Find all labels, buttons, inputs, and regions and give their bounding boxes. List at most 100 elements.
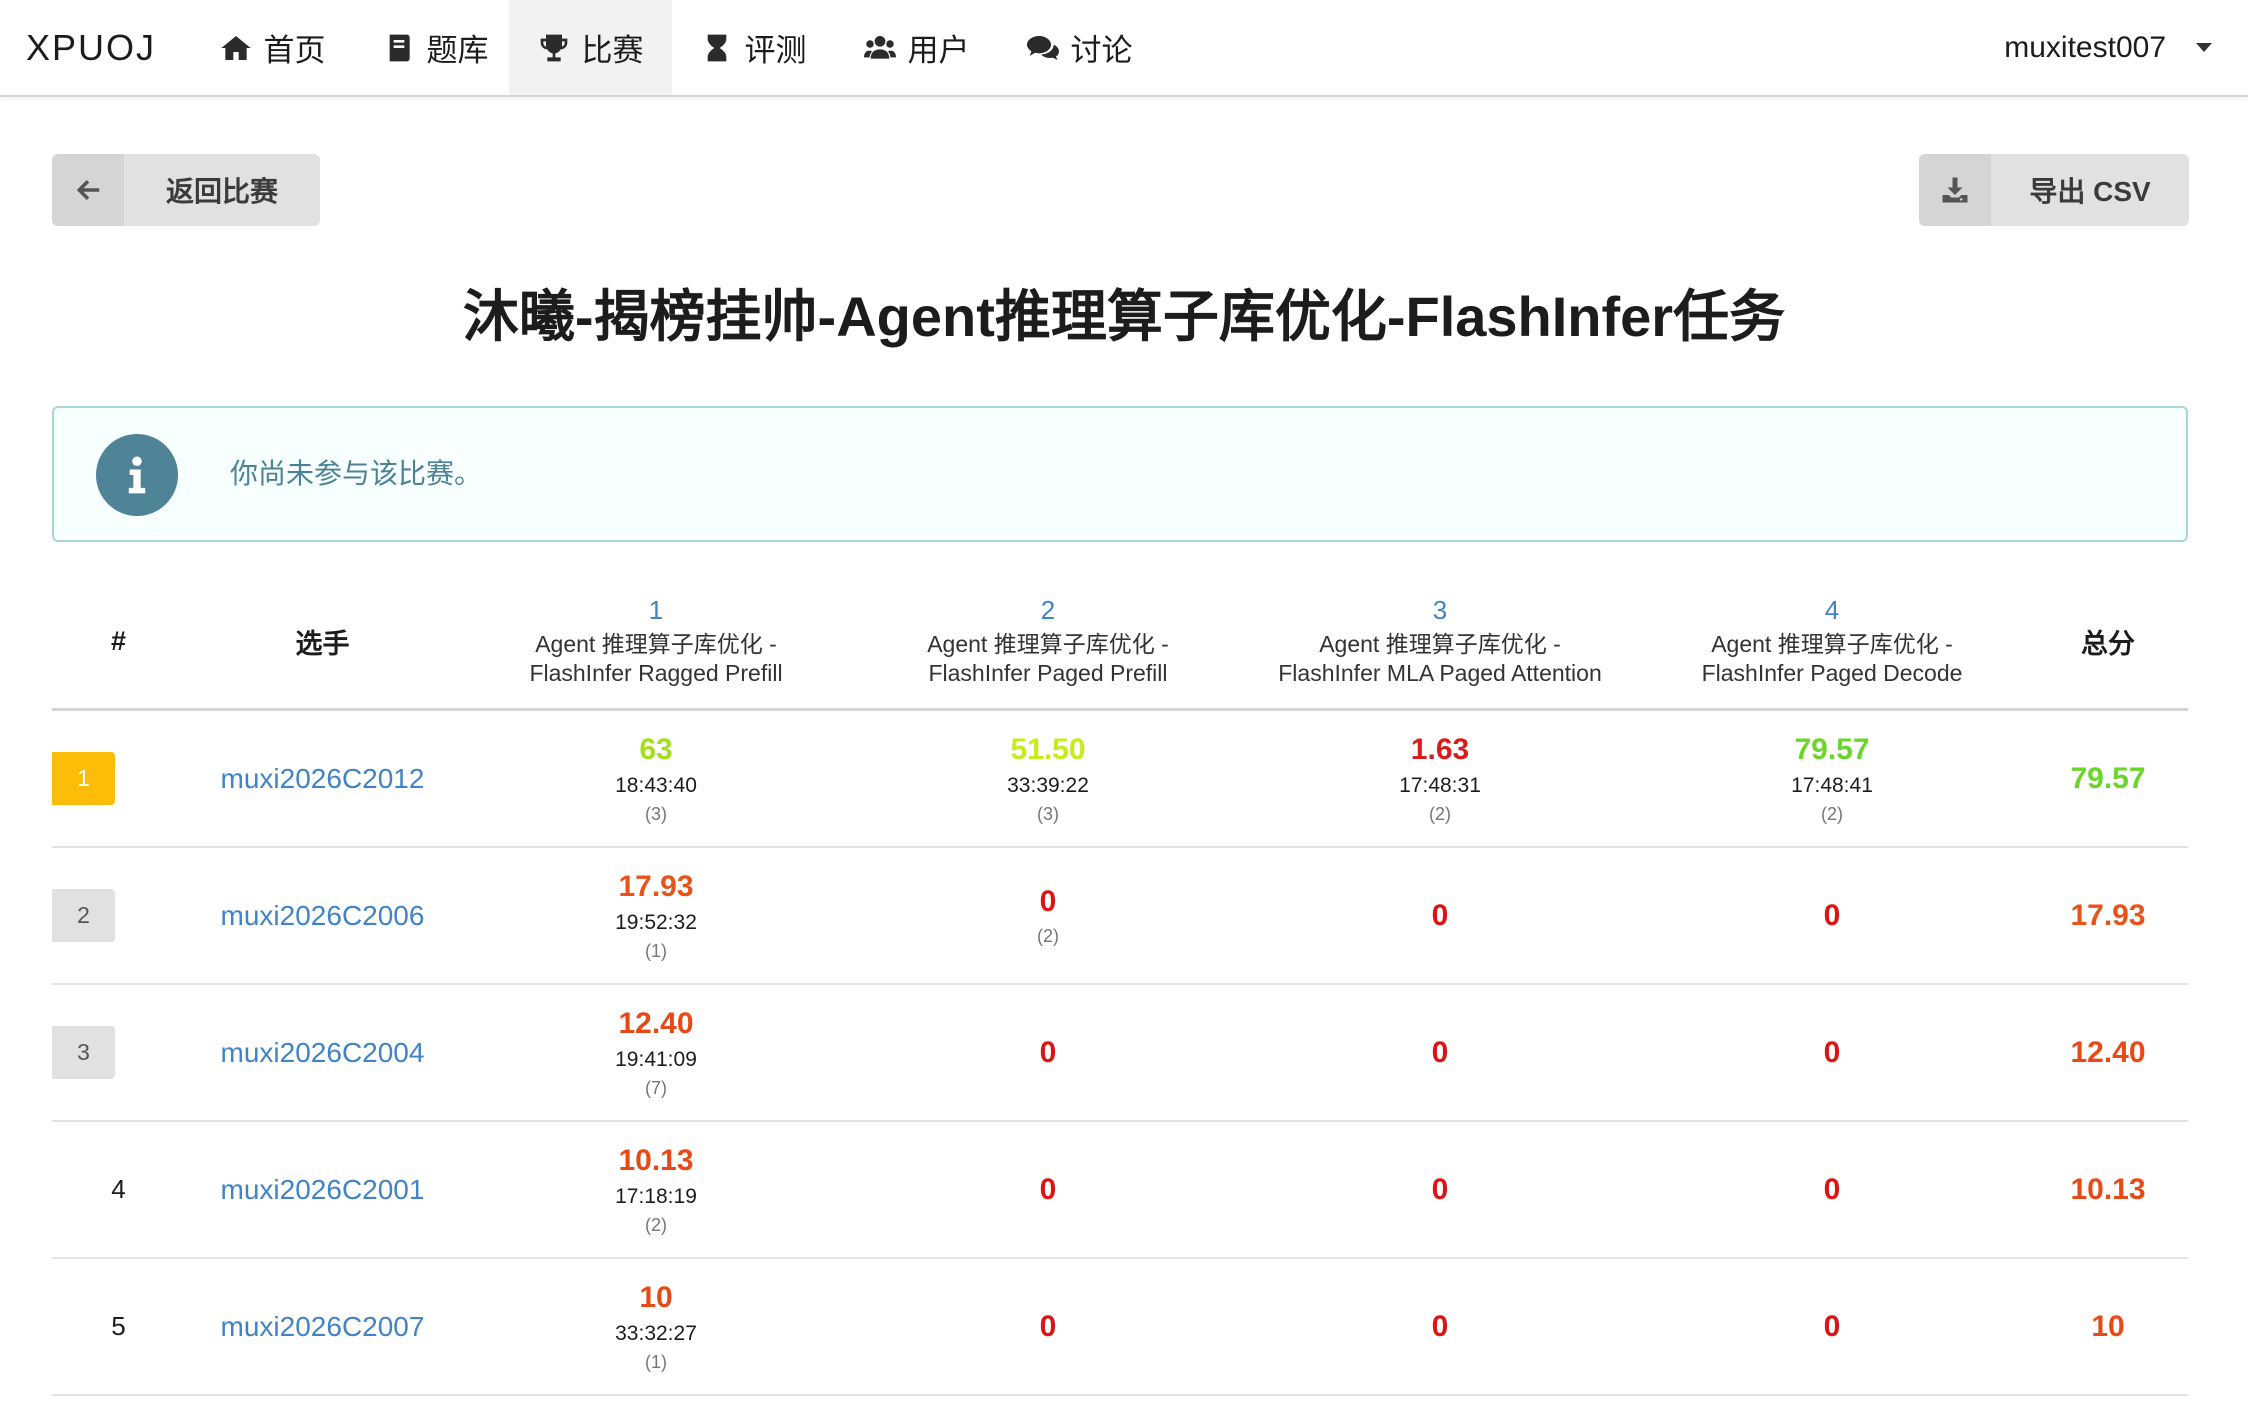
rank-column-header: # [52, 575, 185, 711]
rank-cell: 2 [52, 847, 185, 985]
attempt-count: (3) [1037, 804, 1059, 824]
nav-item-judge[interactable]: 评测 [672, 0, 835, 95]
problem-score-cell[interactable]: 0 [1636, 847, 2028, 985]
problem-score-cell[interactable]: 79.57 17:48:41 (2) [1636, 709, 2028, 848]
nav-item-users[interactable]: 用户 [835, 0, 998, 95]
rank-cell: 3 [52, 984, 185, 1122]
problem-column-header[interactable]: 4 Agent 推理算子库优化 - FlashInfer Paged Decode [1636, 575, 2028, 711]
attempt-count: (1) [645, 941, 667, 961]
nav-item-label: 比赛 [581, 33, 644, 68]
player-cell: muxi2026C2006 [185, 847, 460, 985]
attempt-count: (3) [645, 804, 667, 824]
problem-score: 0 [1431, 1309, 1449, 1343]
home-icon [220, 35, 251, 60]
contest-title: 沐曦-揭榜挂帅-Agent推理算子库优化-FlashInfer任务 [462, 285, 1786, 348]
problem-name: FlashInfer Paged Decode [1701, 660, 1963, 686]
site-logo[interactable]: XPUOJ [26, 0, 156, 95]
problem-score-cell[interactable]: 0 [1636, 984, 2028, 1122]
submission-time: 19:41:09 [615, 1048, 697, 1071]
problem-name: FlashInfer Paged Prefill [928, 660, 1168, 686]
rank-badge: 1 [52, 752, 115, 805]
nav-item-label: 用户 [907, 33, 970, 68]
rank-cell: 4 [52, 1121, 185, 1259]
problem-number-link[interactable]: 3 [1244, 595, 1636, 626]
rank-cell: 1 [52, 709, 185, 848]
problem-score-cell[interactable]: 51.50 33:39:22 (3) [852, 709, 1244, 848]
problem-name: Agent 推理算子库优化 - [1711, 631, 1953, 657]
problem-number-link[interactable]: 1 [460, 595, 852, 626]
problem-score-cell[interactable]: 0 [1244, 847, 1636, 985]
problem-score-cell[interactable]: 0 [1244, 984, 1636, 1122]
table-row: 3 muxi2026C2004 12.40 19:41:09 (7) 0 0 0 12.40 [52, 984, 2188, 1122]
ranklist-body: 1 muxi2026C2012 63 18:43:40 (3) 51.50 33:39:22… [52, 709, 2188, 1396]
nav-item-home[interactable]: 首页 [191, 0, 354, 95]
problem-score: 51.50 [1010, 733, 1086, 766]
problem-score-cell[interactable]: 0 [1244, 1121, 1636, 1259]
problem-score-cell[interactable]: 0 [852, 984, 1244, 1122]
player-link[interactable]: muxi2026C2004 [221, 1037, 425, 1068]
player-link[interactable]: muxi2026C2012 [221, 763, 425, 794]
problem-score: 0 [1039, 885, 1057, 918]
problem-score-cell[interactable]: 0 [852, 1258, 1244, 1396]
problem-score: 0 [1823, 1172, 1841, 1206]
problem-name: Agent 推理算子库优化 - [535, 631, 777, 657]
problem-number-link[interactable]: 2 [852, 595, 1244, 626]
problem-score-cell[interactable]: 0 [1636, 1121, 2028, 1259]
problem-name: Agent 推理算子库优化 - [927, 631, 1169, 657]
table-row: 2 muxi2026C2006 17.93 19:52:32 (1) 0 (2) 0 0 17.9… [52, 847, 2188, 985]
download-icon [1919, 154, 1991, 226]
user-menu[interactable]: muxitest007 [2004, 0, 2212, 95]
attempt-count: (2) [645, 1215, 667, 1235]
info-message: 你尚未参与该比赛。 [52, 406, 2188, 542]
player-link[interactable]: muxi2026C2007 [221, 1311, 425, 1342]
submission-time: 17:48:41 [1791, 774, 1873, 797]
nav-item-problems[interactable]: 题库 [354, 0, 517, 95]
problem-score: 0 [1431, 1172, 1449, 1206]
problem-column-header[interactable]: 2 Agent 推理算子库优化 - FlashInfer Paged Prefill [852, 575, 1244, 711]
problem-score: 63 [639, 733, 673, 766]
problem-score-cell[interactable]: 10.13 17:18:19 (2) [460, 1121, 852, 1259]
problem-score: 10.13 [618, 1144, 694, 1177]
player-link[interactable]: muxi2026C2006 [221, 900, 425, 931]
rank-badge: 3 [52, 1026, 115, 1079]
problem-score: 12.40 [618, 1007, 694, 1040]
player-column-header: 选手 [185, 575, 460, 711]
problem-score: 79.57 [1794, 733, 1870, 766]
attempt-count: (2) [1429, 804, 1451, 824]
total-score-cell: 12.40 [2028, 984, 2188, 1122]
rank-cell: 5 [52, 1258, 185, 1396]
total-score-cell: 79.57 [2028, 709, 2188, 848]
problem-column-header[interactable]: 1 Agent 推理算子库优化 - FlashInfer Ragged Prefil… [460, 575, 852, 711]
problem-score-cell[interactable]: 12.40 19:41:09 (7) [460, 984, 852, 1122]
total-score: 17.93 [2070, 898, 2146, 932]
problem-score-cell[interactable]: 10 33:32:27 (1) [460, 1258, 852, 1396]
export-csv-button[interactable]: 导出 CSV [1919, 154, 2189, 226]
problem-score-cell[interactable]: 0 [1636, 1258, 2028, 1396]
info-message-text: 你尚未参与该比赛。 [230, 458, 483, 489]
problem-number-link[interactable]: 4 [1636, 595, 2028, 626]
nav-item-label: 评测 [744, 33, 807, 68]
problem-score-cell[interactable]: 17.93 19:52:32 (1) [460, 847, 852, 985]
nav-item-label: 题库 [426, 33, 489, 68]
ranklist-table: # 选手 1 Agent 推理算子库优化 - FlashInfer Ragged P… [52, 575, 2188, 1396]
problem-score-cell[interactable]: 0 [1244, 1258, 1636, 1396]
problem-score-cell[interactable]: 63 18:43:40 (3) [460, 709, 852, 848]
problem-score-cell[interactable]: 1.63 17:48:31 (2) [1244, 709, 1636, 848]
player-cell: muxi2026C2001 [185, 1121, 460, 1259]
total-score: 12.40 [2070, 1035, 2146, 1069]
player-link[interactable]: muxi2026C2001 [221, 1174, 425, 1205]
player-cell: muxi2026C2004 [185, 984, 460, 1122]
player-cell: muxi2026C2012 [185, 709, 460, 848]
info-icon [96, 434, 178, 516]
problem-column-header[interactable]: 3 Agent 推理算子库优化 - FlashInfer MLA Paged Att… [1244, 575, 1636, 711]
total-score-cell: 10 [2028, 1258, 2188, 1396]
nav-item-discuss[interactable]: 讨论 [998, 0, 1161, 95]
nav-item-contests[interactable]: 比赛 [509, 0, 672, 95]
total-score: 79.57 [2070, 761, 2146, 795]
back-to-contest-button[interactable]: 返回比赛 [52, 154, 320, 226]
submission-time: 18:43:40 [615, 774, 697, 797]
top-navbar: XPUOJ 首页 题库 比赛 评测 用户 讨论 muxitest007 [0, 0, 2248, 97]
problem-score-cell[interactable]: 0 [852, 1121, 1244, 1259]
problem-score-cell[interactable]: 0 (2) [852, 847, 1244, 985]
total-column-header: 总分 [2028, 575, 2188, 711]
